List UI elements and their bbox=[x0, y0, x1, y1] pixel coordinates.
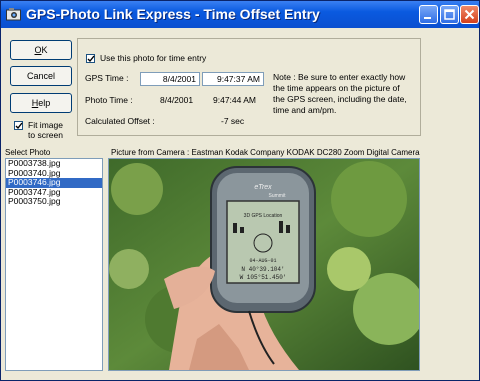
ok-hotkey: O bbox=[34, 45, 42, 55]
window-title: GPS-Photo Link Express - Time Offset Ent… bbox=[26, 6, 320, 22]
checkmark-icon bbox=[15, 122, 23, 130]
title-bar[interactable]: GPS-Photo Link Express - Time Offset Ent… bbox=[1, 1, 479, 28]
list-item[interactable]: P0003750.jpg bbox=[6, 196, 102, 207]
fit-image-label-line1: Fit image bbox=[28, 120, 63, 130]
help-label: elp bbox=[38, 98, 51, 108]
fit-image-label-line2: to screen bbox=[28, 130, 63, 140]
calculated-offset-label: Calculated Offset : bbox=[85, 116, 155, 126]
calculated-offset-value: -7 sec bbox=[221, 116, 245, 126]
close-button[interactable] bbox=[460, 5, 479, 24]
gps-screen-line3: N 40°39.104' bbox=[241, 266, 284, 273]
use-photo-checkbox[interactable] bbox=[86, 54, 95, 63]
gps-screen-line1: 3D GPS Location bbox=[244, 213, 283, 219]
gps-screen-line2: 04-AUG-01 bbox=[249, 258, 276, 264]
gps-time-label: GPS Time : bbox=[85, 73, 129, 83]
minimize-button[interactable] bbox=[419, 5, 438, 24]
use-photo-label: Use this photo for time entry bbox=[100, 53, 207, 63]
photo-time-value: 9:47:44 AM bbox=[213, 95, 257, 105]
gps-photo-image: eTrex Summit 3D GPS Location 04-AUG-01 N… bbox=[109, 159, 419, 370]
camera-photo: eTrex Summit 3D GPS Location 04-AUG-01 N… bbox=[108, 158, 420, 371]
gps-screen-line4: W 105°51.450' bbox=[240, 274, 287, 281]
select-photo-header: Select Photo bbox=[5, 147, 103, 158]
time-entry-note: Note : Be sure to enter exactly how the … bbox=[273, 72, 407, 115]
ok-button[interactable]: OK bbox=[10, 40, 72, 60]
cancel-label: Cancel bbox=[26, 71, 55, 81]
picture-header: Picture from Camera : Eastman Kodak Comp… bbox=[111, 147, 421, 158]
close-icon bbox=[464, 9, 475, 20]
cancel-button[interactable]: Cancel bbox=[10, 66, 72, 86]
time-offset-window: GPS-Photo Link Express - Time Offset Ent… bbox=[0, 0, 480, 381]
camera-app-icon bbox=[6, 8, 21, 21]
ok-label: K bbox=[41, 45, 48, 55]
gps-date-input[interactable]: 8/4/2001 bbox=[140, 72, 200, 86]
maximize-icon bbox=[444, 9, 455, 20]
gps-brand-text: eTrex bbox=[254, 184, 272, 191]
maximize-button[interactable] bbox=[440, 5, 459, 24]
checkmark-icon bbox=[87, 55, 95, 63]
minimize-icon bbox=[424, 17, 431, 19]
photo-time-label: Photo Time : bbox=[85, 95, 133, 105]
gps-model-text: Summit bbox=[269, 193, 287, 199]
fit-image-checkbox[interactable] bbox=[14, 121, 23, 130]
photo-list[interactable]: P0003738.jpg P0003740.jpg P0003746.jpg P… bbox=[5, 158, 103, 371]
help-button[interactable]: Help bbox=[10, 93, 72, 113]
gps-time-input[interactable]: 9:47:37 AM bbox=[202, 72, 264, 86]
photo-date-value: 8/4/2001 bbox=[160, 95, 194, 105]
